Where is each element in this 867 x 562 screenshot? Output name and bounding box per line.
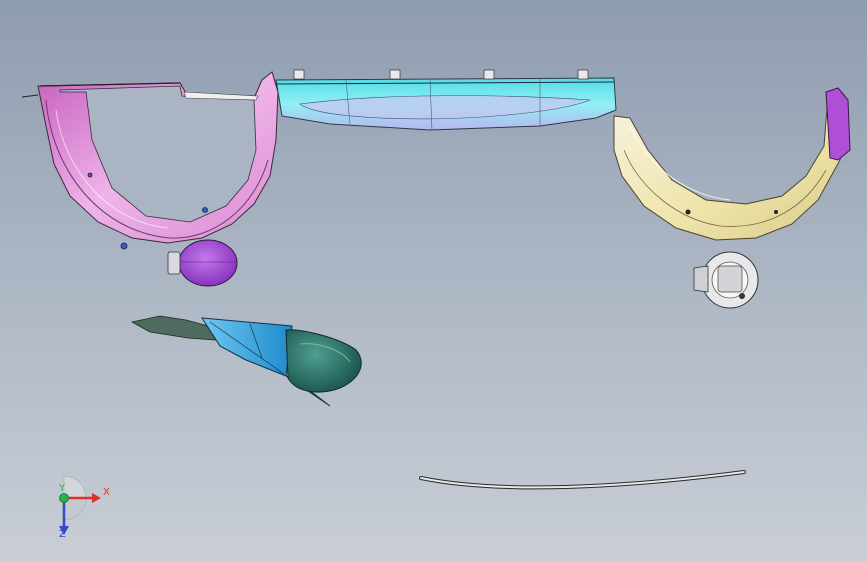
y-axis-dot xyxy=(59,493,69,503)
mounting-tab xyxy=(577,69,589,80)
clip-fastener xyxy=(774,210,778,214)
mounting-tab xyxy=(293,69,305,80)
clip-fastener xyxy=(739,293,745,299)
right-wheel-arch-liner[interactable] xyxy=(613,87,851,241)
mounting-tab xyxy=(389,69,401,80)
side-skirt-bracket[interactable] xyxy=(130,315,362,407)
rear-bumper-center-beam[interactable] xyxy=(275,69,617,131)
fuel-filler-housing[interactable] xyxy=(693,251,759,309)
bumper-trim-strip[interactable] xyxy=(419,470,746,490)
bracket-end-cap xyxy=(285,329,362,393)
x-axis-label: X xyxy=(103,487,110,498)
cad-3d-viewport[interactable]: X Y Z xyxy=(0,0,867,562)
mounting-tab xyxy=(483,69,495,80)
clip-fastener xyxy=(87,172,93,178)
arch-end-cap xyxy=(825,87,851,161)
z-axis-label: Z xyxy=(59,529,66,540)
fuel-door-cover[interactable] xyxy=(167,239,238,287)
clip-fastener xyxy=(202,207,208,213)
model-scene[interactable] xyxy=(0,0,867,562)
orientation-triad xyxy=(59,475,101,535)
left-wheel-arch-liner[interactable] xyxy=(21,71,279,250)
fuel-door-hinge xyxy=(167,251,181,275)
clip-fastener xyxy=(120,242,128,250)
clip-fastener xyxy=(685,209,691,215)
y-axis-label: Y xyxy=(59,483,66,494)
